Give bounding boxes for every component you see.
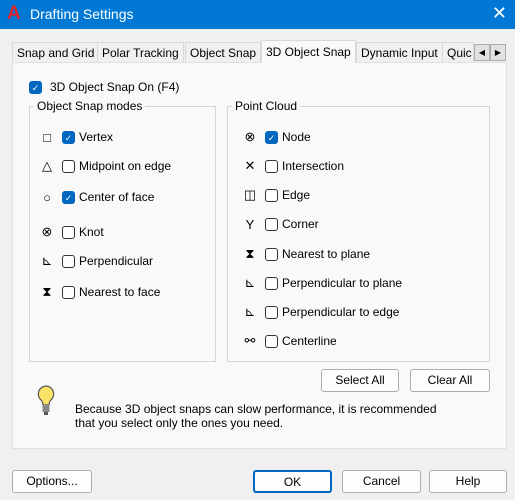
- checkbox[interactable]: ✓: [265, 130, 278, 144]
- snap-marker-icon: ⊗: [244, 129, 256, 144]
- checkbox[interactable]: ✓: [62, 190, 75, 204]
- checkbox[interactable]: [265, 276, 278, 290]
- window-title: Drafting Settings: [30, 6, 134, 22]
- snap-marker-icon: ⧗: [245, 246, 255, 261]
- snap-option-edge[interactable]: ◫ Edge: [240, 187, 310, 203]
- snap-on-checkbox[interactable]: ✓ 3D Object Snap On (F4): [29, 79, 179, 95]
- option-label: Knot: [79, 225, 104, 239]
- option-label: Node: [282, 130, 311, 144]
- snap-option-centerline[interactable]: ⚯ Centerline: [240, 333, 337, 349]
- snap-marker-icon: ⚯: [244, 333, 256, 348]
- checkbox[interactable]: [62, 254, 75, 268]
- snap-option-node[interactable]: ⊗ ✓ Node: [240, 129, 311, 145]
- checkbox[interactable]: [265, 334, 278, 348]
- snap-marker-icon: ◫: [243, 187, 257, 202]
- checkbox[interactable]: [62, 159, 75, 173]
- autocad-logo-icon: A: [7, 3, 21, 24]
- snap-marker-icon: □: [43, 129, 51, 145]
- tab-quick-properties[interactable]: Quic: [442, 42, 474, 63]
- object-snap-modes-title: Object Snap modes: [34, 99, 146, 113]
- snap-marker-icon: ⊾: [244, 304, 256, 319]
- snap-option-vertex[interactable]: □ ✓ Vertex: [37, 129, 113, 145]
- option-label: Nearest to plane: [282, 247, 371, 261]
- cancel-button[interactable]: Cancel: [342, 470, 421, 493]
- tab-scroll-right-icon[interactable]: ▶: [490, 44, 506, 61]
- option-label: Vertex: [79, 130, 114, 144]
- tab-scroll-left-icon[interactable]: ◀: [474, 44, 490, 61]
- option-label: Center of face: [79, 190, 155, 204]
- snap-option-corner[interactable]: Y Corner: [240, 216, 319, 232]
- snap-option-perpendicular-to-edge[interactable]: ⊾ Perpendicular to edge: [240, 304, 400, 320]
- checkbox[interactable]: [265, 247, 278, 261]
- tab-3d-object-snap[interactable]: 3D Object Snap: [261, 40, 356, 63]
- snap-marker-icon: Y: [245, 216, 255, 232]
- checkbox[interactable]: [62, 225, 75, 239]
- snap-option-perpendicular[interactable]: ⊾ Perpendicular: [37, 253, 154, 269]
- clear-all-button[interactable]: Clear All: [410, 369, 490, 392]
- snap-marker-icon: ⊾: [244, 275, 256, 290]
- checkbox[interactable]: [265, 188, 278, 202]
- option-label: Centerline: [282, 334, 337, 348]
- tab-object-snap[interactable]: Object Snap: [185, 42, 262, 63]
- option-label: Perpendicular: [79, 254, 154, 268]
- snap-option-center-of-face[interactable]: ○ ✓ Center of face: [37, 189, 154, 205]
- checkbox[interactable]: ✓: [62, 130, 75, 144]
- options-button[interactable]: Options...: [12, 470, 92, 493]
- option-label: Intersection: [282, 159, 345, 173]
- option-label: Midpoint on edge: [79, 159, 172, 173]
- checkbox[interactable]: [62, 285, 75, 299]
- checkbox[interactable]: [265, 217, 278, 231]
- tab-dynamic-input[interactable]: Dynamic Input: [356, 42, 443, 63]
- snap-option-perpendicular-to-plane[interactable]: ⊾ Perpendicular to plane: [240, 275, 403, 291]
- select-all-button[interactable]: Select All: [321, 369, 399, 392]
- close-icon[interactable]: ✕: [492, 3, 507, 24]
- snap-marker-icon: △: [42, 158, 52, 173]
- checkbox[interactable]: [265, 159, 278, 173]
- lightbulb-icon: [37, 385, 55, 415]
- snap-marker-icon: ⊗: [41, 224, 53, 239]
- snap-option-intersection[interactable]: ✕ Intersection: [240, 158, 345, 174]
- snap-option-midpoint-on-edge[interactable]: △ Midpoint on edge: [37, 158, 171, 174]
- point-cloud-title: Point Cloud: [232, 99, 301, 113]
- snap-marker-icon: ✕: [244, 158, 256, 173]
- option-label: Corner: [282, 217, 319, 231]
- title-bar: A Drafting Settings ✕: [0, 0, 515, 29]
- snap-on-label: 3D Object Snap On (F4): [50, 80, 180, 94]
- option-label: Edge: [282, 188, 311, 202]
- snap-option-knot[interactable]: ⊗ Knot: [37, 224, 104, 240]
- snap-option-nearest-to-plane[interactable]: ⧗ Nearest to plane: [240, 246, 370, 262]
- snap-marker-icon: ○: [43, 189, 51, 205]
- tab-snap-and-grid[interactable]: Snap and Grid: [12, 42, 100, 63]
- snap-option-nearest-to-face[interactable]: ⧗ Nearest to face: [37, 284, 160, 300]
- checkbox[interactable]: [265, 305, 278, 319]
- checkbox[interactable]: ✓: [29, 80, 42, 94]
- snap-marker-icon: ⊾: [41, 253, 53, 268]
- ok-button[interactable]: OK: [253, 470, 332, 493]
- option-label: Nearest to face: [79, 285, 161, 299]
- snap-marker-icon: ⧗: [42, 284, 52, 299]
- info-text-line1: Because 3D object snaps can slow perform…: [75, 402, 437, 416]
- tab-polar-tracking[interactable]: Polar Tracking: [97, 42, 184, 63]
- option-label: Perpendicular to plane: [282, 276, 403, 290]
- help-button[interactable]: Help: [429, 470, 507, 493]
- info-text-line2: that you select only the ones you need.: [75, 416, 284, 430]
- option-label: Perpendicular to edge: [282, 305, 400, 319]
